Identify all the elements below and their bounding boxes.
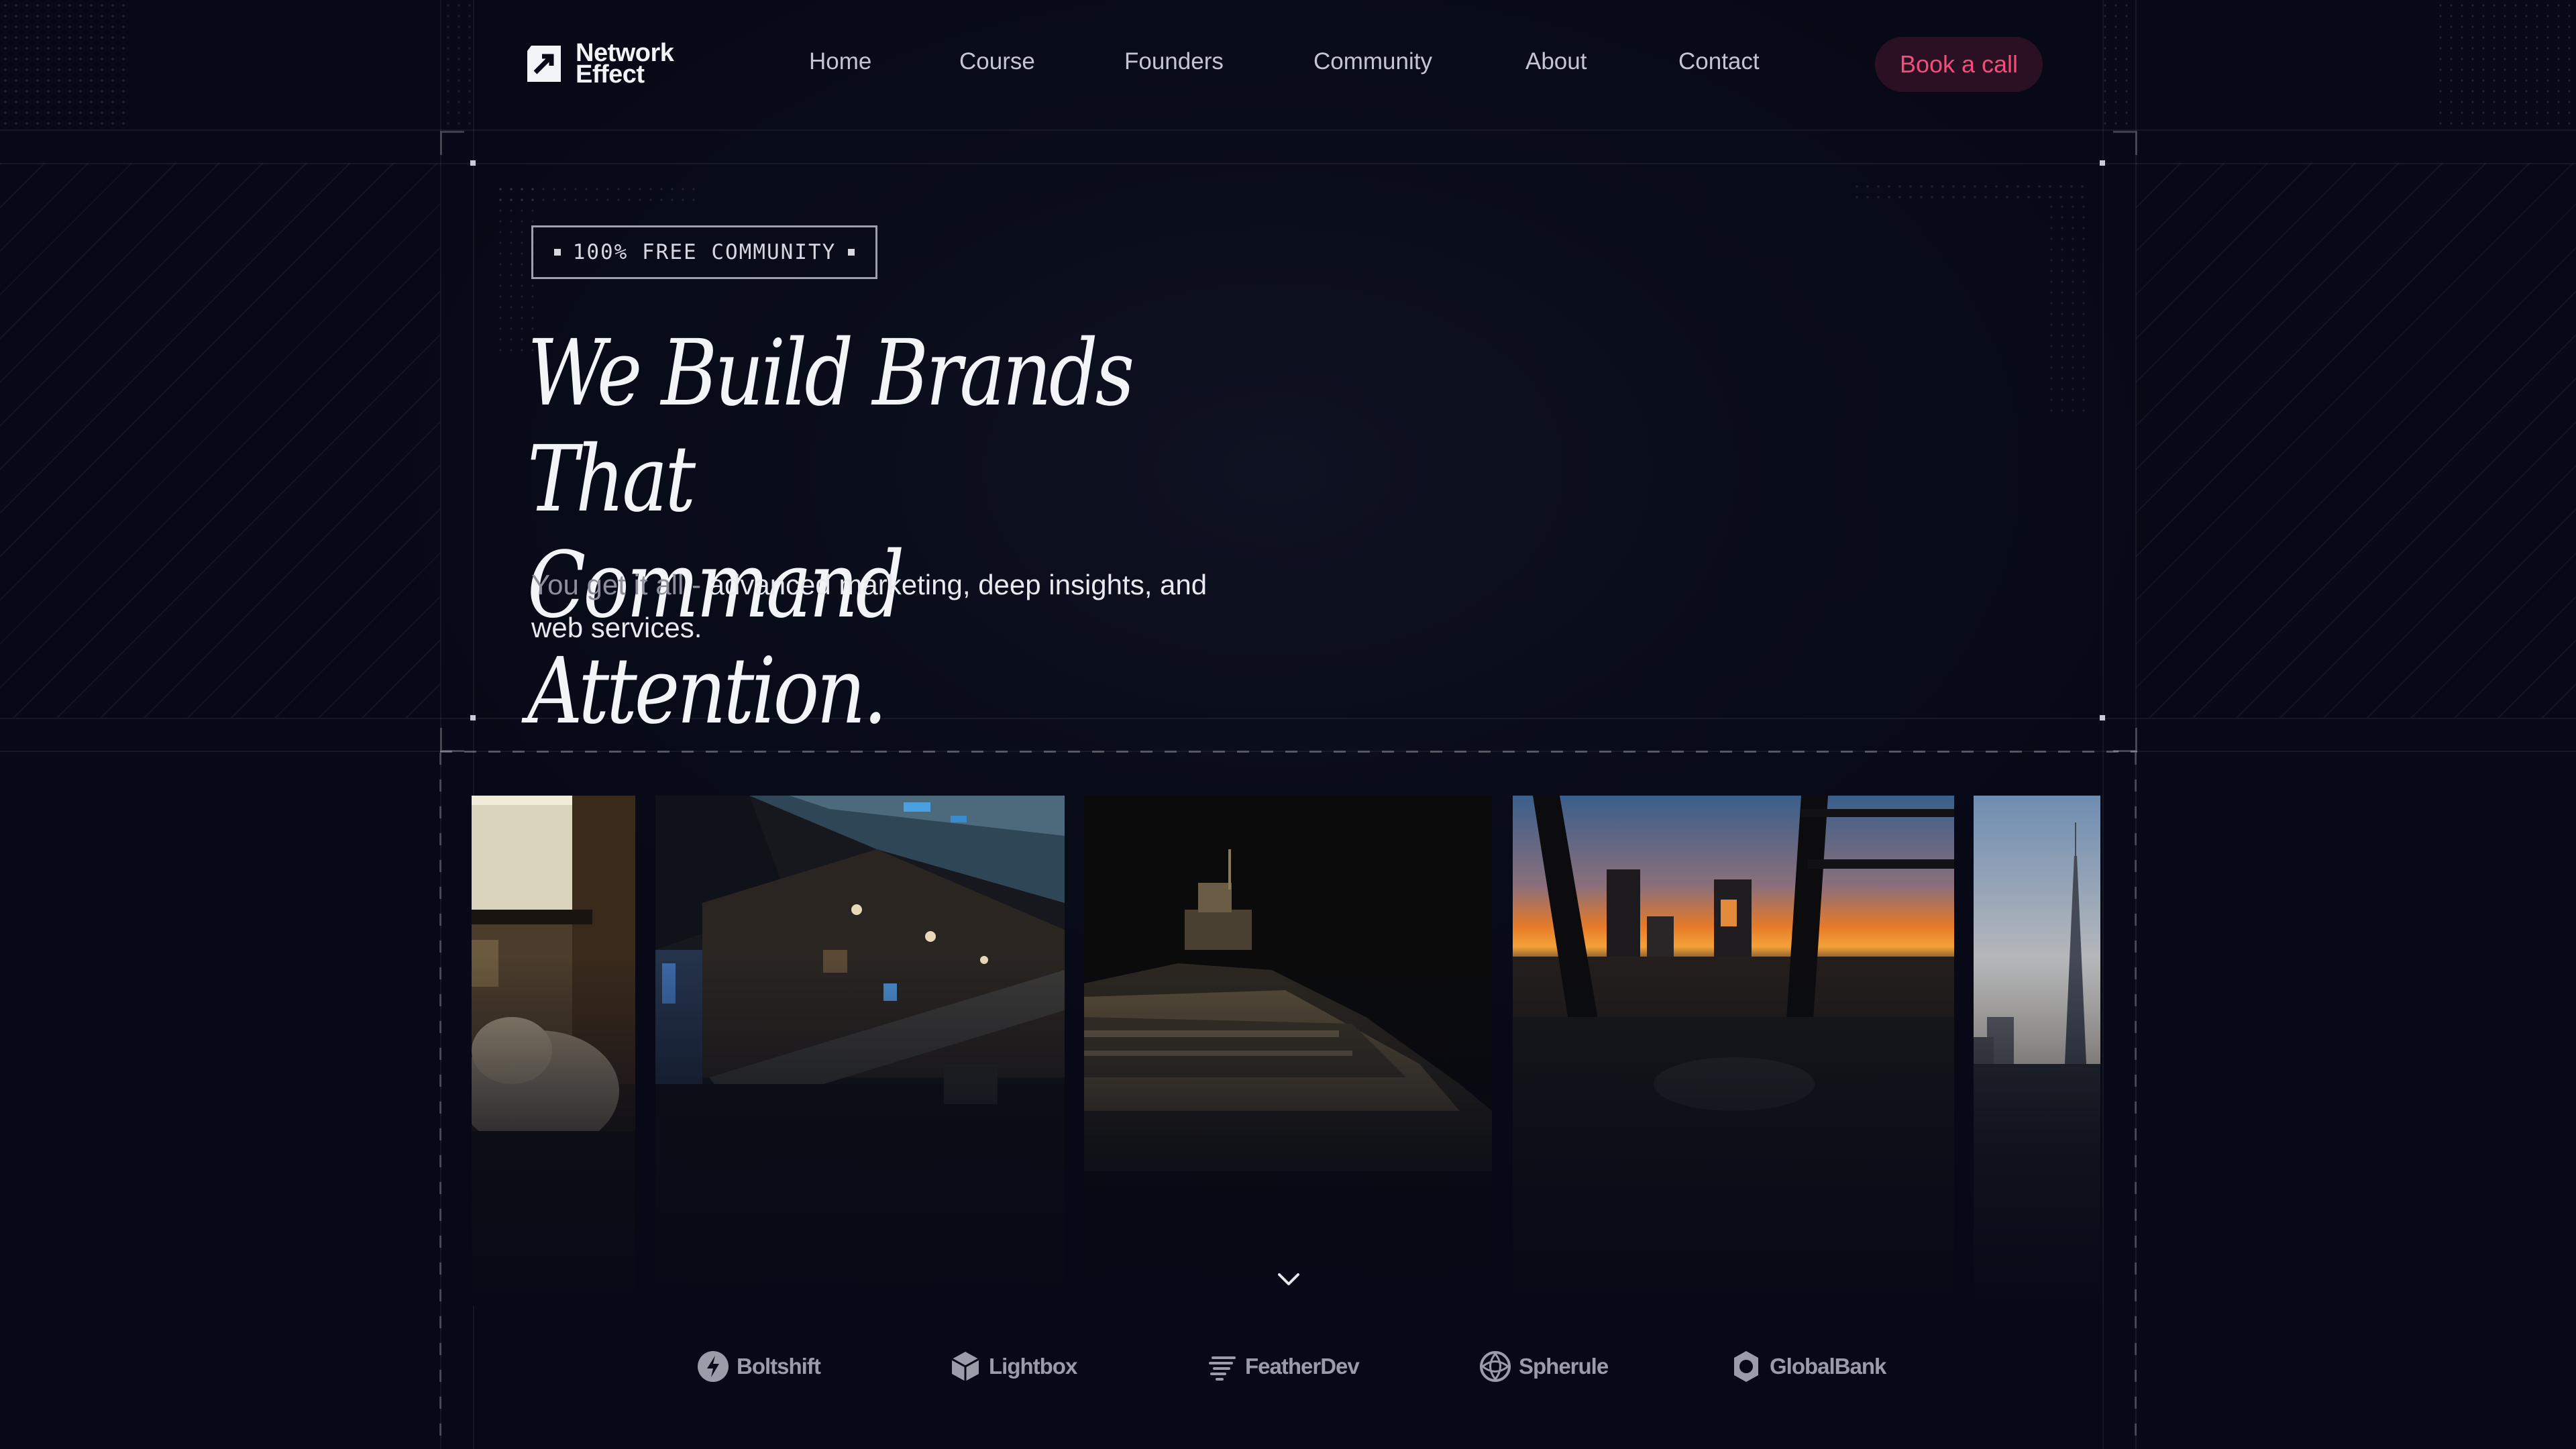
gallery-image-sunset xyxy=(1513,796,1954,1305)
hero-headline: We Build Brands That Command Attention. xyxy=(527,321,1260,745)
nav-link-community[interactable]: Community xyxy=(1313,48,1432,75)
logo-label: Boltshift xyxy=(737,1354,821,1379)
dashed-divider xyxy=(439,753,441,1449)
brand-name: Network Effect xyxy=(576,40,674,87)
dashed-divider xyxy=(2135,753,2137,1449)
gallery-image-yacht xyxy=(1084,796,1492,1305)
free-community-badge: 100% FREE COMMUNITY xyxy=(531,225,877,279)
top-navigation: Network Effect Home Course Founders Comm… xyxy=(0,0,2576,131)
brand-logo[interactable]: Network Effect xyxy=(522,40,674,87)
logo-spherule: Spherule xyxy=(1479,1350,1609,1383)
dashed-divider xyxy=(440,751,2137,753)
image-fade-overlay xyxy=(1974,957,2100,1305)
network-effect-logo-icon xyxy=(527,46,561,82)
corner-bracket xyxy=(440,131,464,155)
logo-featherdev: FeatherDev xyxy=(1205,1350,1360,1383)
corner-bracket xyxy=(440,728,464,752)
gallery-image-lobby-interior xyxy=(472,796,635,1305)
corner-bracket xyxy=(2113,131,2137,155)
feather-icon xyxy=(1209,1356,1236,1381)
gallery-image-burj xyxy=(1974,796,2100,1305)
image-fade-overlay xyxy=(1513,957,1954,1305)
grid-line xyxy=(2102,0,2104,1449)
hatch-pattern-left xyxy=(0,163,440,718)
badge-square-icon xyxy=(553,249,561,256)
logo-label: GlobalBank xyxy=(1770,1354,1886,1379)
globe-icon xyxy=(1734,1351,1758,1382)
logo-label: Lightbox xyxy=(989,1354,1077,1379)
nav-link-contact[interactable]: Contact xyxy=(1678,48,1760,75)
chevron-down-icon[interactable] xyxy=(1277,1271,1301,1287)
badge-label: 100% FREE COMMUNITY xyxy=(572,240,837,264)
logo-boltshift: Boltshift xyxy=(696,1350,821,1383)
subtext-lead: You get it all - xyxy=(531,569,709,600)
book-a-call-button[interactable]: Book a call xyxy=(1875,37,2043,92)
grid-node xyxy=(470,160,476,166)
corner-bracket xyxy=(2113,728,2137,752)
hero-subtext: You get it all - advanced marketing, dee… xyxy=(531,564,1256,649)
dot-column-hero-right xyxy=(2046,201,2086,416)
bolt-icon xyxy=(698,1351,729,1382)
grid-line xyxy=(0,718,2576,719)
logo-globalbank: GlobalBank xyxy=(1729,1350,1886,1383)
image-fade-overlay xyxy=(472,957,635,1305)
logo-label: Spherule xyxy=(1519,1354,1609,1379)
sphere-icon xyxy=(1480,1351,1511,1382)
nav-link-course[interactable]: Course xyxy=(959,48,1035,75)
cube-icon xyxy=(951,1352,979,1381)
grid-line xyxy=(0,163,2576,164)
nav-link-founders[interactable]: Founders xyxy=(1124,48,1224,75)
hatch-pattern-right xyxy=(2136,163,2576,718)
badge-square-icon xyxy=(848,249,855,256)
nav-link-home[interactable]: Home xyxy=(809,48,871,75)
logo-label: FeatherDev xyxy=(1245,1354,1360,1379)
grid-node xyxy=(470,715,476,720)
headline-line1: We Build Brands That xyxy=(527,321,1134,533)
image-fade-overlay xyxy=(655,957,1065,1305)
nav-link-about[interactable]: About xyxy=(1525,48,1587,75)
gallery-image-staircase xyxy=(655,796,1065,1305)
grid-node xyxy=(2100,715,2105,720)
logo-lightbox: Lightbox xyxy=(949,1350,1077,1383)
image-fade-overlay xyxy=(1084,957,1492,1305)
grid-node xyxy=(2100,160,2105,166)
